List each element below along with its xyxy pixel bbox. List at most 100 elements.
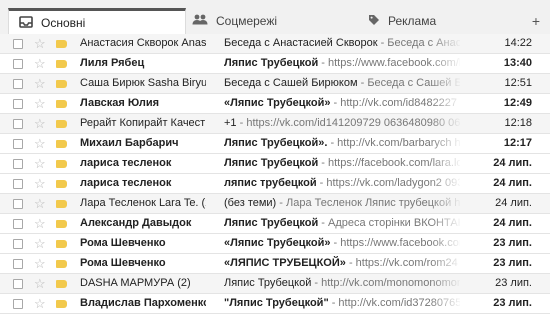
important-marker-icon[interactable] xyxy=(56,80,67,88)
sender-name: Михаил Барбарич xyxy=(80,137,179,149)
important-marker-icon[interactable] xyxy=(56,140,67,148)
sender-name: Саша Бирюк Sasha Biryuk xyxy=(80,77,206,89)
select-checkbox[interactable] xyxy=(13,59,23,69)
received-date: 14:22 xyxy=(504,37,532,49)
select-checkbox[interactable] xyxy=(13,39,23,49)
tab-social[interactable]: Соцмережі xyxy=(192,8,362,34)
text-fade xyxy=(430,174,462,193)
star-icon[interactable]: ☆ xyxy=(34,94,48,113)
important-marker-icon[interactable] xyxy=(56,120,67,128)
star-icon[interactable]: ☆ xyxy=(34,194,48,213)
select-checkbox[interactable] xyxy=(13,279,23,289)
sender-name: Рома Шевченко xyxy=(80,237,166,249)
text-fade xyxy=(430,154,462,173)
star-icon[interactable]: ☆ xyxy=(34,294,48,313)
email-row[interactable]: ☆ лариса тесленок ляпис трубецкой - https:… xyxy=(0,174,550,194)
tab-label: Соцмережі xyxy=(216,14,278,28)
star-icon[interactable]: ☆ xyxy=(34,154,48,173)
received-date: 24 лип. xyxy=(493,157,532,169)
text-fade xyxy=(430,234,462,253)
star-icon[interactable]: ☆ xyxy=(34,114,48,133)
text-fade xyxy=(430,94,462,113)
important-marker-icon[interactable] xyxy=(56,40,67,48)
message-preview: +1 - https://vk.com/id141209729 06364809… xyxy=(224,114,460,133)
important-marker-icon[interactable] xyxy=(56,200,67,208)
star-icon[interactable]: ☆ xyxy=(34,234,48,253)
subject: "Ляпис Трубецкой" xyxy=(224,297,329,309)
message-preview: Ляпис Трубецкой». - http://vk.com/barbar… xyxy=(224,134,460,153)
email-row[interactable]: ☆ Александр Давыдок Ляпис Трубецкой - Адре… xyxy=(0,214,550,234)
email-row[interactable]: ☆ Лиля Рябец Ляпис Трубецкой - https://www… xyxy=(0,54,550,74)
message-preview: (без теми) - Лара Тесленок Ляпис трубецк… xyxy=(224,194,460,213)
email-row[interactable]: ☆ Михаил Барбарич Ляпис Трубецкой». - http… xyxy=(0,134,550,154)
star-icon[interactable]: ☆ xyxy=(34,134,48,153)
subject: Ляпис Трубецкой xyxy=(224,217,319,229)
important-marker-icon[interactable] xyxy=(56,160,67,168)
select-checkbox[interactable] xyxy=(13,259,23,269)
received-date: 12:51 xyxy=(504,77,532,89)
tab-label: Основні xyxy=(41,16,86,30)
received-date: 12:18 xyxy=(504,117,532,129)
star-icon[interactable]: ☆ xyxy=(34,174,48,193)
received-date: 24 лип. xyxy=(493,217,532,229)
star-icon[interactable]: ☆ xyxy=(34,74,48,93)
subject: (без теми) xyxy=(224,197,277,209)
select-checkbox[interactable] xyxy=(13,299,23,309)
select-checkbox[interactable] xyxy=(13,219,23,229)
email-row[interactable]: ☆ Лара Тесленок Lara Te. (2) (без теми) - … xyxy=(0,194,550,214)
add-tab-button[interactable]: + xyxy=(532,13,540,29)
important-marker-icon[interactable] xyxy=(56,300,67,308)
select-checkbox[interactable] xyxy=(13,179,23,189)
message-preview: Ляпис Трубецкой - http://vk.com/monomono… xyxy=(224,274,460,293)
tab-label: Реклама xyxy=(388,14,437,28)
subject: +1 xyxy=(224,117,237,129)
important-marker-icon[interactable] xyxy=(56,240,67,248)
email-row[interactable]: ☆ Лавская Юлия «Ляпис Трубецкой» - http://… xyxy=(0,94,550,114)
email-row[interactable]: ☆ Саша Бирюк Sasha Biryuk Беседа с Сашей Б… xyxy=(0,74,550,94)
tab-promotions[interactable]: Реклама xyxy=(368,8,518,34)
email-row[interactable]: ☆ DASHA МАРМУРА (2) Ляпис Трубецкой - http… xyxy=(0,274,550,294)
email-row[interactable]: ☆ Рерайт Копирайт Качестве. +1 - https://v… xyxy=(0,114,550,134)
text-fade xyxy=(430,54,462,73)
tab-primary[interactable]: Основні xyxy=(8,8,186,35)
select-checkbox[interactable] xyxy=(13,79,23,89)
important-marker-icon[interactable] xyxy=(56,260,67,268)
sender-name: Владислав Пархоменко xyxy=(80,297,206,309)
sender-name: Анастасия Скворок Anasta. xyxy=(80,37,206,49)
select-checkbox[interactable] xyxy=(13,239,23,249)
text-fade xyxy=(430,114,462,133)
important-marker-icon[interactable] xyxy=(56,280,67,288)
email-row[interactable]: ☆ лариса тесленок Ляпис Трубецкой - https:… xyxy=(0,154,550,174)
select-checkbox[interactable] xyxy=(13,139,23,149)
email-row[interactable]: ☆ Владислав Пархоменко "Ляпис Трубецкой" -… xyxy=(0,294,550,314)
people-icon xyxy=(192,14,208,28)
important-marker-icon[interactable] xyxy=(56,180,67,188)
sender-name: Лавская Юлия xyxy=(80,97,160,109)
received-date: 24 лип. xyxy=(493,177,532,189)
text-fade xyxy=(430,274,462,293)
important-marker-icon[interactable] xyxy=(56,100,67,108)
star-icon[interactable]: ☆ xyxy=(34,274,48,293)
subject: «Ляпис Трубецкой» xyxy=(224,237,331,249)
important-marker-icon[interactable] xyxy=(56,220,67,228)
star-icon[interactable]: ☆ xyxy=(34,254,48,273)
email-row[interactable]: ☆ Рома Шевченко «Ляпис Трубецкой» - https:… xyxy=(0,234,550,254)
select-checkbox[interactable] xyxy=(13,119,23,129)
message-preview: «ЛЯПИС ТРУБЕЦКОЙ» - https://vk.com/rom24… xyxy=(224,254,460,273)
select-checkbox[interactable] xyxy=(13,99,23,109)
email-row[interactable]: ☆ Анастасия Скворок Anasta. Беседа с Анаст… xyxy=(0,34,550,54)
sender-name: Рома Шевченко xyxy=(80,257,166,269)
star-icon[interactable]: ☆ xyxy=(34,34,48,53)
star-icon[interactable]: ☆ xyxy=(34,214,48,233)
star-icon[interactable]: ☆ xyxy=(34,54,48,73)
received-date: 12:49 xyxy=(503,97,532,109)
subject: Беседа с Сашей Бирюком xyxy=(224,77,358,89)
message-preview: Ляпис Трубецкой - Адреса сторінки ВКОНТА… xyxy=(224,214,460,233)
email-row[interactable]: ☆ Рома Шевченко «ЛЯПИС ТРУБЕЦКОЙ» - https:… xyxy=(0,254,550,274)
text-fade xyxy=(430,254,462,273)
important-marker-icon[interactable] xyxy=(56,60,67,68)
select-checkbox[interactable] xyxy=(13,159,23,169)
sender-name: лариса тесленок xyxy=(80,177,172,189)
message-preview: Ляпис Трубецкой - https://facebook.com/l… xyxy=(224,154,460,173)
select-checkbox[interactable] xyxy=(13,199,23,209)
